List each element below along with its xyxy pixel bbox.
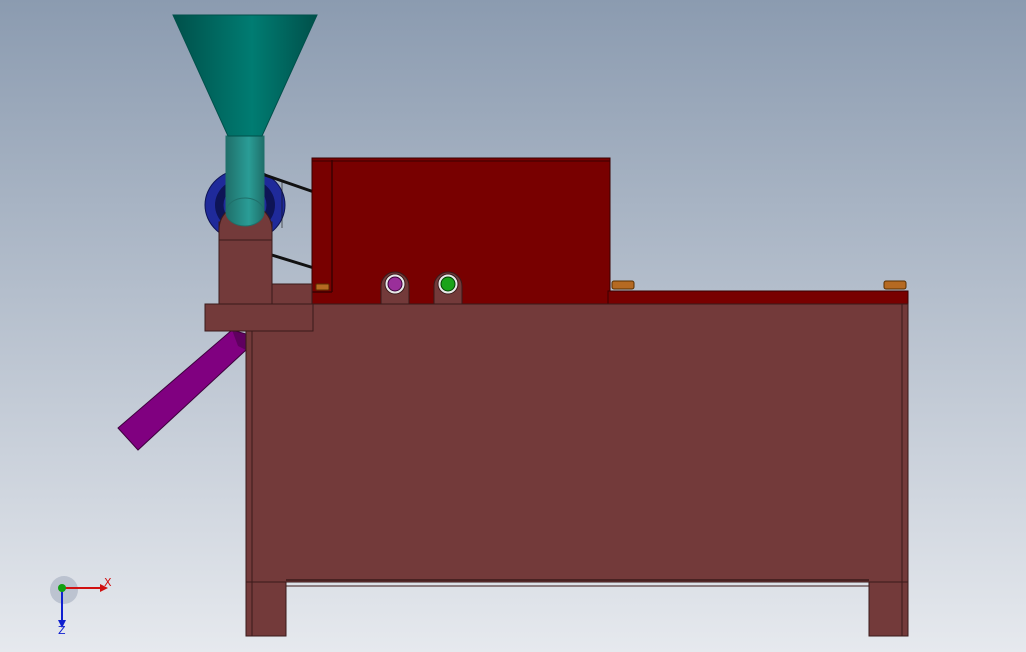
machine-frame[interactable] (204, 303, 909, 637)
z-axis-label: Z (58, 624, 66, 636)
funnel-hopper-icon[interactable] (172, 14, 318, 137)
bolt-right (883, 280, 907, 290)
bolt-middle (611, 280, 635, 290)
coordinate-triad: X Z (50, 576, 112, 636)
cad-model-view[interactable] (0, 0, 1026, 652)
top-plate[interactable] (607, 290, 909, 305)
x-axis-label: X (104, 576, 112, 589)
roller-purple[interactable] (380, 271, 410, 305)
feed-tube[interactable] (225, 135, 265, 227)
roller-green[interactable] (433, 271, 463, 305)
discharge-chute[interactable] (117, 329, 247, 451)
bolt-left (315, 283, 330, 291)
graphics-viewport[interactable]: X Z (0, 0, 1026, 652)
